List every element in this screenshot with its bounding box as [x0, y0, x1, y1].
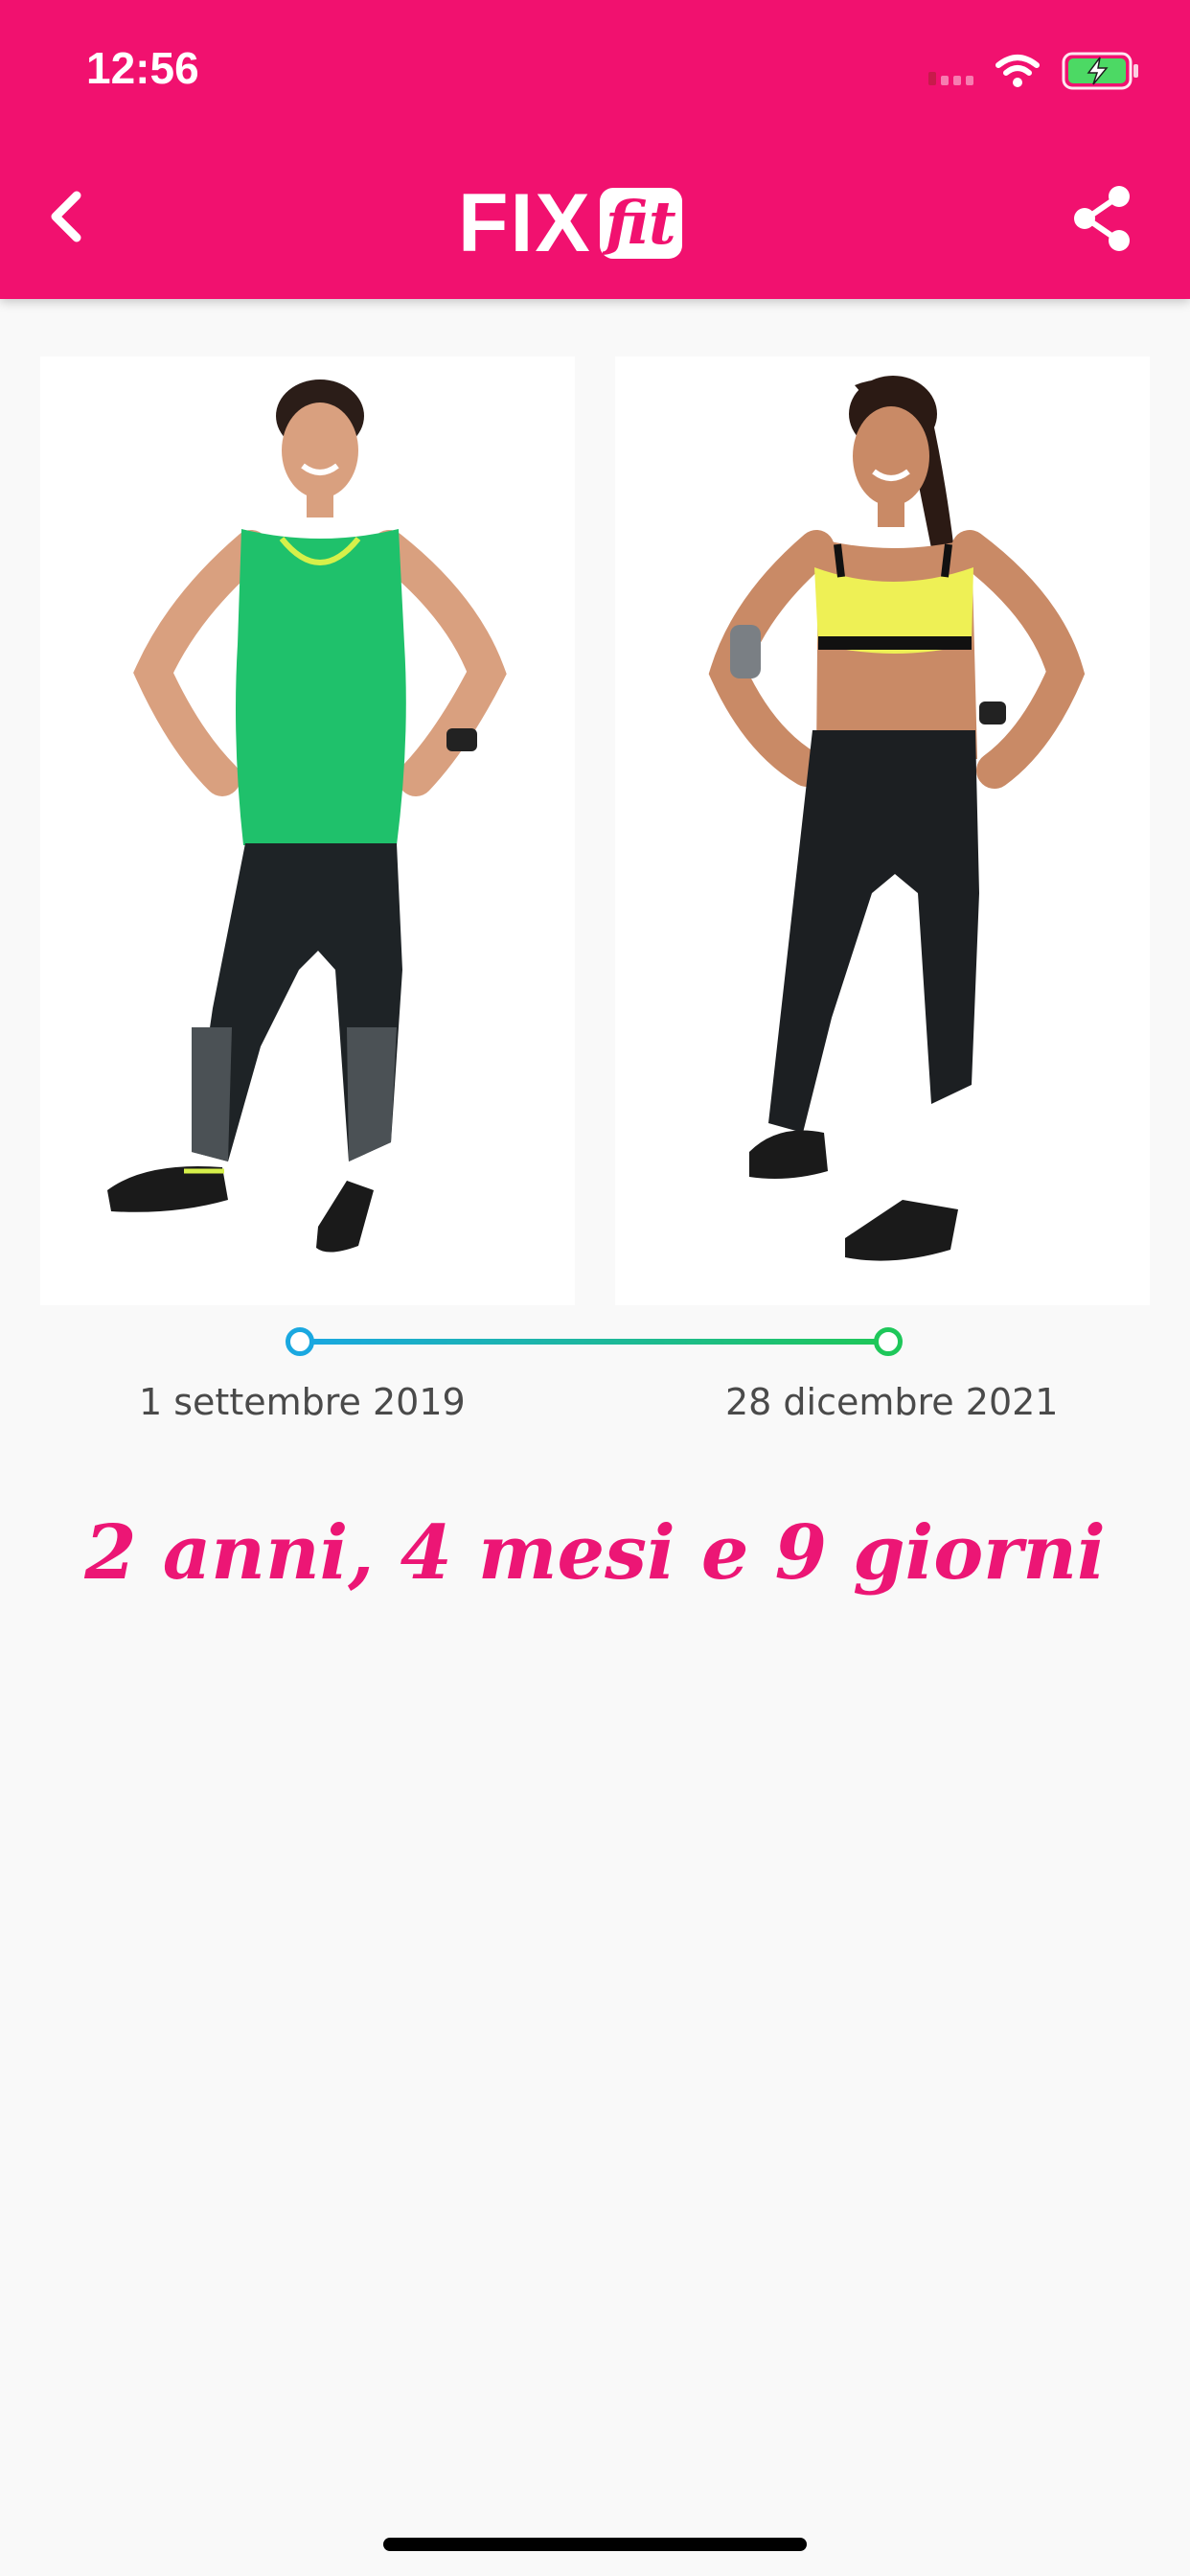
start-date: 1 settembre 2019 — [139, 1381, 466, 1423]
fixfit-logo: FIX fit — [458, 182, 682, 264]
cellular-signal-icon — [928, 57, 973, 85]
logo-fit-badge: fit — [599, 188, 682, 259]
status-icons — [928, 50, 1140, 92]
back-button[interactable] — [38, 178, 96, 255]
progress-timeline: 1 settembre 2019 28 dicembre 2021 — [0, 1327, 1190, 1423]
before-photo[interactable] — [40, 356, 575, 1305]
share-icon — [1074, 186, 1130, 251]
share-button[interactable] — [1071, 184, 1134, 253]
battery-charging-icon — [1062, 52, 1138, 90]
timeline-line — [312, 1339, 876, 1345]
after-photo-illustration — [615, 356, 1150, 1305]
after-photo[interactable] — [615, 356, 1150, 1305]
wifi-icon — [995, 55, 1040, 87]
logo-fix-text: FIX — [458, 177, 592, 269]
progress-comparison-screen: 12:56 FIX fit 1 settembre 2019 28 dicemb… — [0, 0, 1190, 2576]
end-date: 28 dicembre 2021 — [725, 1381, 1059, 1423]
home-indicator[interactable] — [383, 2538, 807, 2551]
app-header: 12:56 FIX fit — [0, 0, 1190, 299]
before-photo-illustration — [40, 356, 575, 1305]
timeline-start-dot — [286, 1327, 314, 1356]
timeline-end-dot — [874, 1327, 903, 1356]
chevron-left-icon — [51, 191, 81, 242]
status-time: 12:56 — [86, 43, 199, 93]
duration-text: 2 anni, 4 mesi e 9 giorni — [84, 1509, 1106, 1597]
